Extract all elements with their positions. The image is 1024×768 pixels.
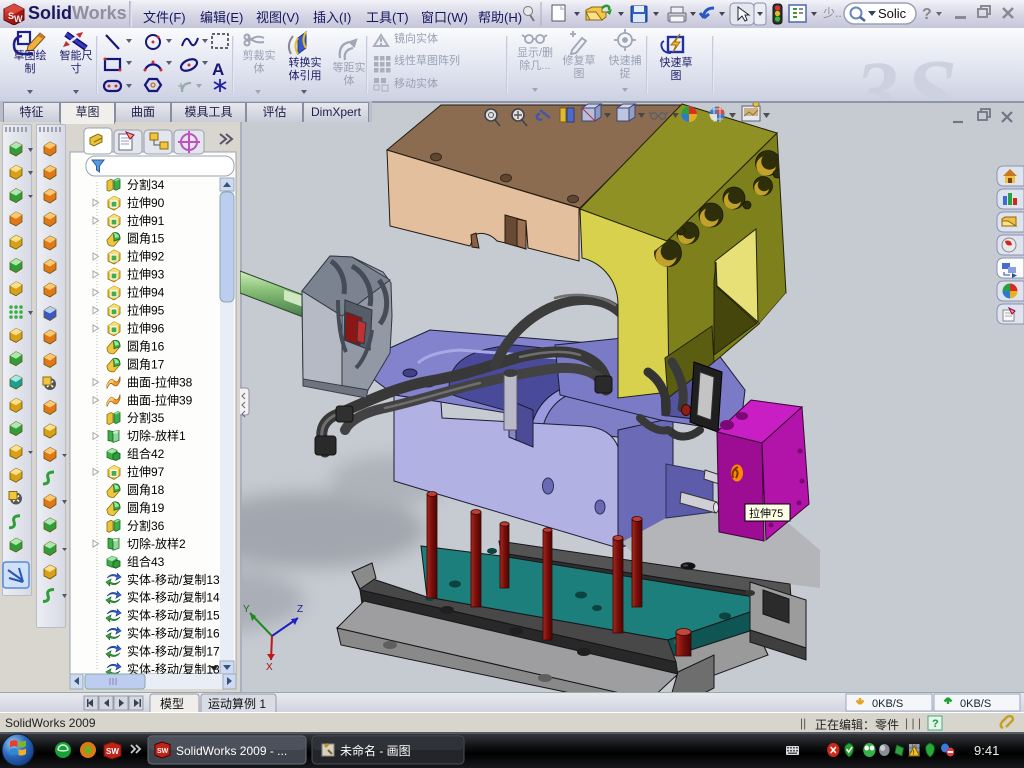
svg-text:SW: SW: [106, 747, 119, 756]
svg-text:切除-放样1: 切除-放样1: [127, 428, 186, 443]
svg-text:圆角16: 圆角16: [127, 339, 165, 353]
svg-text:切除-放样2: 切除-放样2: [127, 536, 186, 551]
svg-text:0KB/S: 0KB/S: [960, 698, 991, 710]
svg-text:分割36: 分割36: [127, 518, 165, 533]
svg-text:圆角18: 圆角18: [127, 483, 165, 497]
svg-text:分割34: 分割34: [127, 177, 165, 192]
svg-text:运动算例 1: 运动算例 1: [208, 696, 266, 711]
svg-text:A: A: [212, 60, 224, 79]
svg-text:未命名 - 画图: 未命名 - 画图: [340, 743, 411, 758]
svg-text:少..: 少..: [823, 6, 842, 20]
svg-text:模型: 模型: [160, 697, 184, 711]
svg-text:实体-移动/复制13: 实体-移动/复制13: [127, 572, 220, 587]
svg-text:拉伸90: 拉伸90: [127, 195, 165, 210]
svg-text:!: !: [913, 750, 915, 757]
svg-text:拉伸95: 拉伸95: [127, 303, 165, 318]
svg-text:W: W: [14, 14, 23, 24]
svg-text:曲面-拉伸38: 曲面-拉伸38: [127, 374, 193, 389]
svg-text:圆角15: 圆角15: [127, 232, 165, 246]
svg-text:拉伸92: 拉伸92: [127, 249, 165, 264]
svg-text:拉伸97: 拉伸97: [127, 464, 165, 479]
svg-text:Z: Z: [297, 604, 303, 615]
svg-text:Y: Y: [243, 604, 250, 615]
svg-text:Solic: Solic: [878, 6, 907, 21]
svg-text:0KB/S: 0KB/S: [872, 698, 903, 710]
svg-text:?: ?: [922, 6, 932, 23]
svg-text:拉伸96: 拉伸96: [127, 321, 165, 336]
svg-text:曲面-拉伸39: 曲面-拉伸39: [127, 392, 193, 407]
svg-text:实体-移动/复制16: 实体-移动/复制16: [127, 626, 220, 641]
svg-text:实体-移动/复制17: 实体-移动/复制17: [127, 644, 220, 659]
svg-text:圆角17: 圆角17: [127, 357, 165, 371]
svg-text:S: S: [905, 41, 957, 99]
svg-text:SolidWorks 2009 - ...: SolidWorks 2009 - ...: [176, 744, 287, 758]
svg-text:实体-移动/复制15: 实体-移动/复制15: [127, 608, 220, 623]
svg-text:拉伸93: 拉伸93: [127, 267, 165, 282]
svg-text:分割35: 分割35: [127, 410, 165, 425]
svg-text:?: ?: [932, 718, 939, 730]
svg-text:实体-移动/复制14: 实体-移动/复制14: [127, 590, 220, 605]
svg-text:拉伸94: 拉伸94: [127, 285, 165, 300]
svg-text:3: 3: [854, 43, 898, 99]
svg-text:9:41: 9:41: [974, 743, 999, 758]
svg-text:SW: SW: [157, 748, 169, 755]
svg-text:组合43: 组合43: [127, 554, 165, 569]
svg-text:组合42: 组合42: [127, 446, 165, 461]
svg-text:拉伸91: 拉伸91: [127, 213, 165, 228]
svg-text:X: X: [266, 662, 273, 673]
svg-text:圆角19: 圆角19: [127, 501, 165, 515]
svg-text:拉伸75: 拉伸75: [749, 506, 783, 520]
